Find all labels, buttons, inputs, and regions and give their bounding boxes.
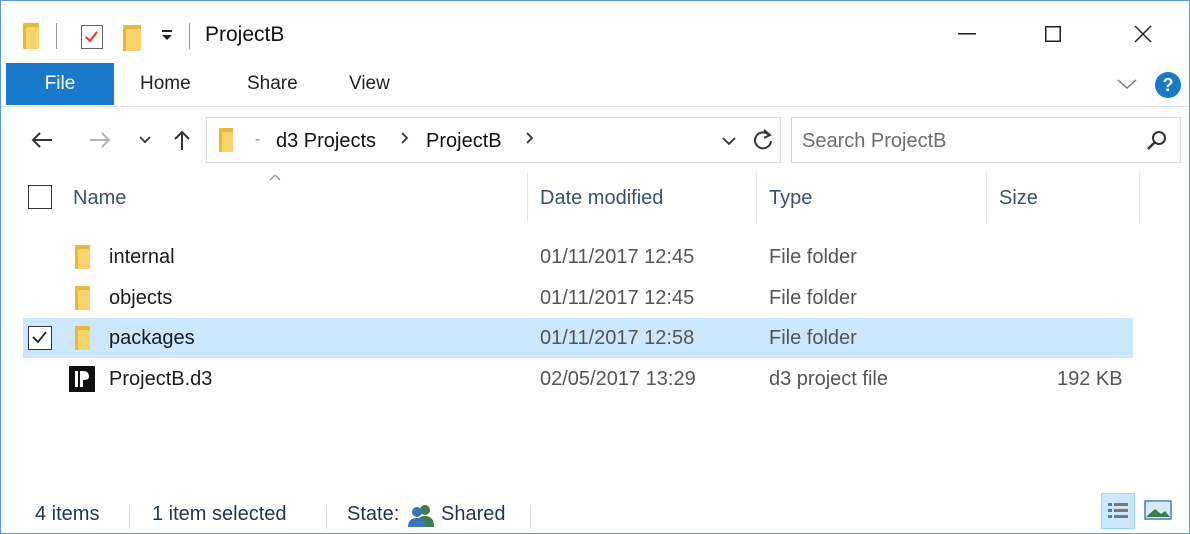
file-date: 02/05/2017 13:29 <box>540 368 696 390</box>
navigation-bar: - d3 Projects ProjectB Search ProjectB <box>1 115 1189 165</box>
status-divider <box>326 505 327 529</box>
help-button[interactable]: ? <box>1155 72 1181 98</box>
customize-quick-access-icon[interactable] <box>161 28 173 42</box>
file-type: File folder <box>769 287 857 309</box>
new-folder-icon[interactable] <box>123 25 141 51</box>
details-view-icon <box>1108 503 1128 518</box>
ribbon-tabs: File Home Share View ? <box>1 63 1189 107</box>
refresh-button[interactable] <box>743 117 783 163</box>
column-divider[interactable] <box>1139 173 1140 223</box>
window-title: ProjectB <box>205 23 285 46</box>
back-button[interactable] <box>25 123 59 157</box>
title-separator <box>56 23 57 49</box>
file-date: 01/11/2017 12:45 <box>540 246 695 268</box>
search-input[interactable]: Search ProjectB <box>802 130 947 153</box>
file-name[interactable]: ProjectB.d3 <box>109 368 212 391</box>
refresh-icon <box>754 129 772 150</box>
column-divider[interactable] <box>756 173 757 223</box>
chevron-down-icon <box>139 136 151 144</box>
file-size: 192 KB <box>1057 368 1123 390</box>
column-header-size[interactable]: Size <box>999 173 1038 223</box>
up-arrow-icon <box>174 130 190 150</box>
file-name[interactable]: objects <box>109 287 172 310</box>
title-separator <box>189 23 190 49</box>
large-icons-view-icon <box>1144 500 1172 520</box>
column-divider[interactable] <box>527 173 528 223</box>
title-bar: ProjectB <box>1 1 1189 63</box>
file-type: d3 project file <box>769 368 888 390</box>
sort-ascending-icon <box>268 169 282 181</box>
status-state-value: Shared <box>441 503 506 525</box>
shared-users-icon <box>408 503 436 527</box>
status-state-label: State: <box>347 503 400 525</box>
breadcrumb-arrow-icon[interactable] <box>400 130 410 151</box>
search-box[interactable]: Search ProjectB <box>791 117 1181 163</box>
forward-button[interactable] <box>83 123 117 157</box>
properties-icon[interactable] <box>81 25 103 49</box>
status-divider <box>530 505 531 529</box>
row-checkbox[interactable] <box>28 326 52 350</box>
column-header-name[interactable]: Name <box>73 173 126 223</box>
file-date: 01/11/2017 12:45 <box>540 287 695 309</box>
folder-icon <box>75 286 90 310</box>
table-row[interactable]: objects 01/11/2017 12:45 File folder <box>23 278 1133 318</box>
file-type: File folder <box>769 327 857 349</box>
d3-file-icon <box>69 366 95 392</box>
file-name[interactable]: packages <box>109 327 195 350</box>
status-item-count: 4 items <box>35 503 100 525</box>
status-selection: 1 item selected <box>152 503 287 525</box>
address-dropdown-icon[interactable] <box>721 134 737 152</box>
column-divider[interactable] <box>986 173 987 223</box>
column-header-date[interactable]: Date modified <box>540 173 663 223</box>
address-bar[interactable]: - d3 Projects ProjectB <box>206 117 781 163</box>
table-row-selected[interactable]: packages 01/11/2017 12:58 File folder <box>23 318 1133 358</box>
close-button[interactable] <box>1113 15 1173 53</box>
recent-locations-button[interactable] <box>133 123 157 157</box>
maximize-button[interactable] <box>1023 15 1083 53</box>
up-button[interactable] <box>167 123 197 157</box>
breadcrumb-overflow-icon[interactable]: - <box>255 131 260 149</box>
status-divider <box>129 505 130 529</box>
breadcrumb-arrow-icon[interactable] <box>525 130 535 151</box>
tab-home[interactable]: Home <box>140 63 191 105</box>
minimize-button[interactable] <box>937 15 997 53</box>
file-name[interactable]: internal <box>109 246 175 269</box>
tab-file[interactable]: File <box>6 63 114 105</box>
column-header-type[interactable]: Type <box>769 173 812 223</box>
folder-icon <box>23 23 39 49</box>
large-icons-view-button[interactable] <box>1141 493 1175 529</box>
table-row[interactable]: internal 01/11/2017 12:45 File folder <box>23 237 1133 277</box>
search-icon[interactable] <box>1146 129 1168 156</box>
back-arrow-icon <box>31 132 52 148</box>
folder-icon <box>75 245 90 269</box>
tab-share[interactable]: Share <box>247 63 298 105</box>
table-row[interactable]: ProjectB.d3 02/05/2017 13:29 d3 project … <box>23 359 1133 399</box>
file-date: 01/11/2017 12:58 <box>540 327 695 349</box>
breadcrumb-item[interactable]: d3 Projects <box>276 130 376 153</box>
folder-icon <box>219 128 233 152</box>
forward-arrow-icon <box>90 132 111 148</box>
folder-icon <box>75 326 90 350</box>
file-type: File folder <box>769 246 857 268</box>
breadcrumb-item[interactable]: ProjectB <box>426 130 502 153</box>
select-all-checkbox[interactable] <box>28 185 52 209</box>
expand-ribbon-icon[interactable] <box>1115 74 1139 94</box>
details-view-button[interactable] <box>1101 493 1135 529</box>
file-explorer-window: ProjectB File Home Share View ? - d3 Pro… <box>0 0 1190 534</box>
tab-view[interactable]: View <box>349 63 390 105</box>
